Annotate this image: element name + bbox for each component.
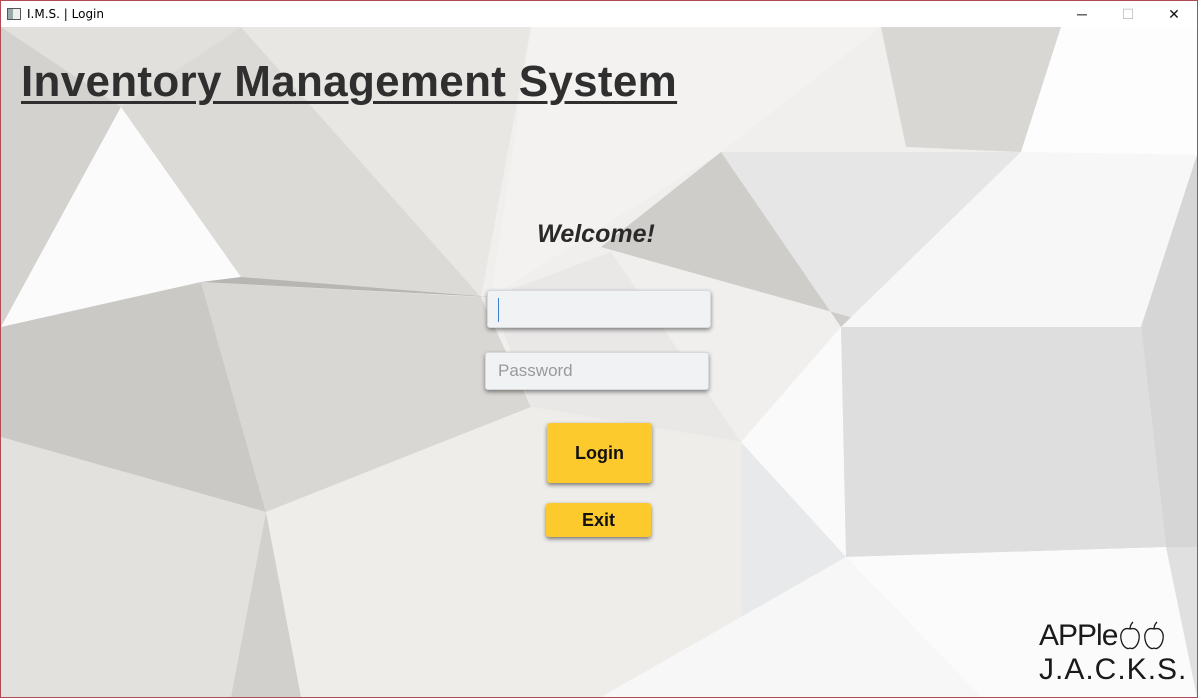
maximize-button[interactable]: ☐ <box>1105 1 1151 27</box>
brand-line-1: APPle <box>1039 621 1197 651</box>
window-controls: ─ ☐ ✕ <box>1059 1 1197 27</box>
exit-button[interactable]: Exit <box>546 503 651 537</box>
app-icon <box>7 8 21 20</box>
apples-icon <box>1120 621 1165 650</box>
minimize-button[interactable]: ─ <box>1059 1 1105 27</box>
app-title: Inventory Management System <box>21 57 678 106</box>
login-button[interactable]: Login <box>547 423 652 483</box>
password-input[interactable] <box>485 352 709 390</box>
login-screen: Inventory Management System Welcome! Log… <box>1 27 1197 697</box>
window-title: I.M.S. | Login <box>27 7 104 21</box>
title-bar[interactable]: I.M.S. | Login ─ ☐ ✕ <box>1 1 1197 27</box>
close-button[interactable]: ✕ <box>1151 1 1197 27</box>
brand-line-2: J.A.C.K.S. <box>1039 653 1188 686</box>
username-input[interactable] <box>487 290 711 328</box>
app-window: I.M.S. | Login ─ ☐ ✕ Inventory Managemen… <box>0 0 1198 698</box>
brand-name: APPle <box>1039 619 1118 652</box>
welcome-heading: Welcome! <box>537 220 655 248</box>
brand-logo: APPle J.A.C.K.S. <box>1039 621 1197 685</box>
text-caret <box>498 298 499 322</box>
